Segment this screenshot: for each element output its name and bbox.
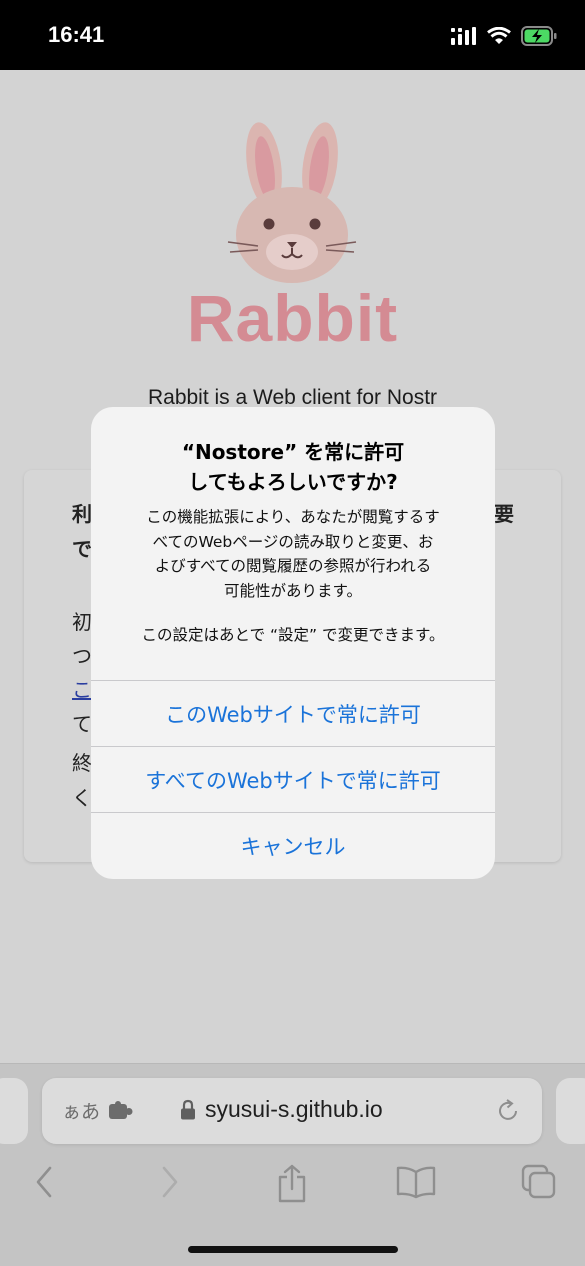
lock-icon bbox=[181, 1099, 195, 1120]
text-size-button[interactable]: ぁあ bbox=[62, 1097, 100, 1124]
card-text-fragment: つ bbox=[72, 644, 92, 668]
brand-title: Rabbit bbox=[186, 281, 399, 355]
status-icons bbox=[451, 26, 557, 46]
alert-message: この機能拡張により、あなたが閲覧するす べてのWebページの読み取りと変更、お … bbox=[146, 508, 440, 600]
status-time: 16:41 bbox=[48, 22, 105, 47]
allow-all-sites-button[interactable]: すべてのWebサイトで常に許可 bbox=[91, 746, 495, 812]
status-bar: 16:41 bbox=[0, 0, 585, 70]
cellular-signal-icon bbox=[451, 27, 476, 45]
bookmarks-icon[interactable] bbox=[396, 1164, 436, 1200]
permission-alert-dialog: “Nostore” を常に許可 してもよろしいですか? この機能拡張により、あな… bbox=[91, 407, 495, 879]
alert-title: “Nostore” を常に許可 してもよろしいですか? bbox=[181, 440, 405, 494]
card-heading-fragment: 要 bbox=[494, 502, 514, 526]
share-icon[interactable] bbox=[276, 1164, 308, 1204]
cancel-button[interactable]: キャンセル bbox=[91, 812, 495, 878]
address-bar[interactable]: ぁあ syusui-s.github.io bbox=[42, 1078, 542, 1144]
alert-note: この設定はあとで “設定” で変更できます。 bbox=[141, 626, 445, 644]
forward-icon[interactable] bbox=[158, 1164, 182, 1200]
card-text-fragment: 初 bbox=[72, 610, 92, 634]
card-heading-fragment: 利 bbox=[72, 502, 92, 526]
card-link-fragment[interactable]: こ bbox=[72, 674, 92, 703]
tabs-icon[interactable] bbox=[521, 1164, 557, 1200]
card-text-fragment: て bbox=[72, 712, 92, 736]
rabbit-logo-icon bbox=[227, 122, 357, 283]
card-text-fragment: 終 bbox=[72, 751, 92, 775]
wifi-icon bbox=[487, 27, 511, 44]
reload-icon[interactable] bbox=[495, 1098, 521, 1124]
back-icon[interactable] bbox=[32, 1164, 56, 1200]
url-text[interactable]: syusui-s.github.io bbox=[205, 1096, 383, 1123]
next-tab-preview[interactable] bbox=[556, 1078, 585, 1144]
extension-icon[interactable] bbox=[108, 1100, 134, 1122]
home-indicator[interactable] bbox=[188, 1246, 398, 1253]
card-heading-fragment: で bbox=[72, 537, 92, 561]
allow-this-site-button[interactable]: このWebサイトで常に許可 bbox=[91, 680, 495, 746]
previous-tab-preview[interactable] bbox=[0, 1078, 28, 1144]
battery-charging-icon bbox=[521, 26, 557, 46]
card-text-fragment: く bbox=[72, 786, 92, 810]
browser-bottom-bar: ぁあ syusui-s.github.io bbox=[0, 1063, 585, 1266]
